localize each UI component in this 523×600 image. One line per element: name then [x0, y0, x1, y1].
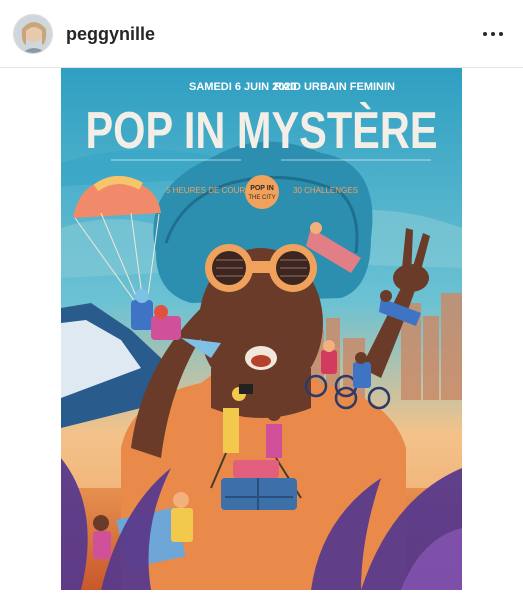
poster-badge-line1: POP IN	[250, 185, 274, 192]
poster-event-type: RAID URBAIN FEMININ	[274, 81, 395, 93]
avatar[interactable]	[13, 14, 53, 54]
post-username[interactable]: peggynille	[66, 24, 155, 45]
poster-title: POP IN MYSTÈRE	[86, 102, 438, 160]
post-header: peggynille	[0, 0, 523, 68]
poster-subline-left: 5 HEURES DE COURSE	[166, 186, 256, 195]
avatar-image	[14, 15, 52, 53]
poster-subline-right: 30 CHALLENGES	[293, 186, 358, 195]
post-footer-space	[0, 590, 523, 600]
poster-badge	[245, 175, 279, 209]
poster-illustration: SAMEDI 6 JUIN 2020 RAID URBAIN FEMININ P…	[61, 68, 462, 590]
poster-badge-line2: THE CITY	[248, 195, 275, 201]
more-horizontal-icon[interactable]	[483, 24, 505, 44]
post-image: SAMEDI 6 JUIN 2020 RAID URBAIN FEMININ P…	[61, 68, 462, 590]
